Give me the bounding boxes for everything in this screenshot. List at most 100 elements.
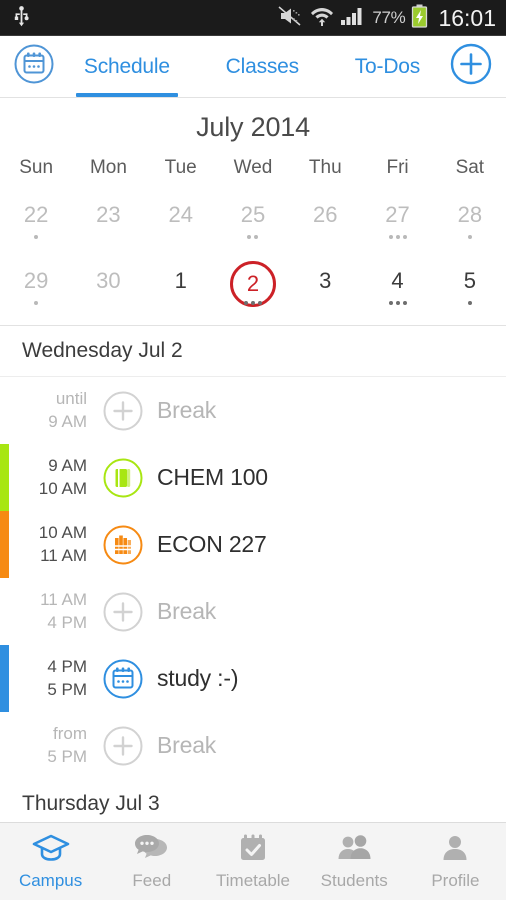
event-start-time: 11 AM (40, 590, 87, 610)
event-end-time: 10 AM (38, 478, 87, 498)
calendar-day-number: 3 (319, 268, 332, 293)
weekday-wed: Wed (233, 157, 273, 178)
bottom-navigation: Campus Feed Timetable Students Profile (0, 822, 506, 900)
event-time-range: from 5 PM (9, 723, 95, 768)
event-dot (402, 235, 407, 239)
weekday-sun: Sun (19, 157, 54, 178)
weekday-mon: Mon (89, 157, 127, 178)
calendar-icon (13, 43, 55, 90)
schedule-event-row[interactable]: 4 PM 5 PM study :-) (0, 645, 506, 712)
calendar-day-number: 26 (313, 202, 338, 227)
status-bar-right: 77% 16:01 (278, 4, 496, 33)
schedule-event-row[interactable]: 10 AM 11 AM ECON 227 (0, 511, 506, 578)
calendar-day-22[interactable]: 22 (0, 189, 72, 255)
status-bar-left (14, 5, 29, 32)
event-end-time: 5 PM (47, 679, 87, 699)
clock-label: 16:01 (438, 4, 496, 31)
calendar-day-23[interactable]: 23 (72, 189, 144, 255)
calendar-day-number: 1 (174, 268, 187, 293)
calendar-day-29[interactable]: 29 (0, 255, 72, 321)
event-dot (467, 235, 472, 239)
calendar-day-30[interactable]: 30 (72, 255, 144, 321)
graduation-cap-icon (31, 833, 71, 868)
event-time-range: until 9 AM (9, 388, 95, 433)
nav-item-profile[interactable]: Profile (405, 823, 506, 900)
nav-item-campus[interactable]: Campus (0, 823, 101, 900)
mute-icon (278, 5, 304, 31)
usb-icon (14, 5, 29, 32)
event-end-time: 11 AM (40, 545, 87, 565)
schedule-break-row[interactable]: 11 AM 4 PM Break (0, 578, 506, 645)
schedule-event-row[interactable]: 9 AM 10 AM CHEM 100 (0, 444, 506, 511)
calendar-day-25[interactable]: 25 (217, 189, 289, 255)
calendar-week-row: 29 30 1 2 3 4 5 (0, 255, 506, 321)
event-dot (467, 301, 472, 305)
calendar-day-26[interactable]: 26 (289, 189, 361, 255)
people-icon (334, 833, 374, 868)
nav-item-campus-label: Campus (18, 870, 83, 890)
weekday-thu: Thu (308, 157, 342, 178)
calendar-day-27[interactable]: 27 (361, 189, 433, 255)
calendar-check-icon (236, 833, 270, 868)
plus-circle-icon[interactable] (95, 390, 151, 432)
event-dot (388, 235, 393, 239)
event-title: Break (157, 732, 217, 758)
tab-schedule-label: Schedule (83, 54, 170, 78)
plus-circle-icon[interactable] (95, 725, 151, 767)
nav-item-feed[interactable]: Feed (101, 823, 202, 900)
schedule-day-header: Thursday Jul 3 (0, 779, 506, 822)
event-accent-bar (0, 645, 9, 712)
app-screen: 77% 16:01 Schedule Classes To-Dos July 2… (0, 0, 506, 900)
event-dot (388, 301, 393, 305)
status-bar: 77% 16:01 (0, 0, 506, 36)
tab-classes-label: Classes (225, 54, 299, 78)
weekday-sat: Sat (455, 157, 485, 178)
event-time-range: 11 AM 4 PM (9, 589, 95, 634)
calendar-day-number: 30 (96, 268, 121, 293)
tab-schedule[interactable]: Schedule (75, 36, 178, 97)
calendar-day-3[interactable]: 3 (289, 255, 361, 321)
calendar-day-28[interactable]: 28 (434, 189, 506, 255)
tab-classes[interactable]: Classes (220, 36, 305, 97)
event-accent-bar (0, 377, 9, 444)
event-time-range: 4 PM 5 PM (9, 656, 95, 701)
plus-circle-icon[interactable] (95, 591, 151, 633)
calendar-day-5[interactable]: 5 (434, 255, 506, 321)
signal-bars-icon (340, 6, 366, 31)
nav-item-timetable-label: Timetable (216, 870, 291, 890)
event-dot (257, 301, 262, 305)
schedule-list[interactable]: Wednesday Jul 2 until 9 AM Break 9 AM 10 AM CH… (0, 326, 506, 822)
tab-todos[interactable]: To-Dos (349, 36, 426, 97)
calendar-day-4[interactable]: 4 (361, 255, 433, 321)
plus-circle-icon (449, 42, 493, 91)
event-start-time: from (53, 724, 87, 744)
calendar-icon-button[interactable] (12, 43, 56, 90)
schedule-break-row[interactable]: from 5 PM Break (0, 712, 506, 779)
schedule-break-row[interactable]: until 9 AM Break (0, 377, 506, 444)
chat-bubbles-icon (133, 833, 171, 868)
event-end-time: 4 PM (47, 612, 87, 632)
calendar-day-24[interactable]: 24 (145, 189, 217, 255)
battery-percent-label: 77% (372, 8, 406, 27)
event-time-range: 9 AM 10 AM (9, 455, 95, 500)
calendar-day-2[interactable]: 2 (217, 255, 289, 321)
event-title: ECON 227 (157, 531, 267, 557)
event-end-time: 9 AM (48, 411, 87, 431)
wifi-icon (310, 5, 334, 32)
event-start-time: 9 AM (48, 456, 87, 476)
weekday-fri: Fri (386, 157, 409, 178)
calendar-day-1[interactable]: 1 (145, 255, 217, 321)
calendar-day-number: 25 (240, 202, 266, 227)
month-calendar: July 2014 Sun Mon Tue Wed Thu Fri Sat 22… (0, 98, 506, 326)
event-time-range: 10 AM 11 AM (9, 522, 95, 567)
weekday-tue: Tue (164, 157, 197, 178)
nav-item-timetable[interactable]: Timetable (202, 823, 303, 900)
month-title: July 2014 (196, 112, 310, 142)
nav-item-students[interactable]: Students (304, 823, 405, 900)
event-title: CHEM 100 (157, 464, 268, 490)
tab-todos-label: To-Dos (354, 54, 421, 78)
add-button[interactable] (448, 42, 494, 91)
nav-item-feed-label: Feed (132, 870, 172, 890)
event-dot (402, 301, 407, 305)
calendar-week-row: 22 23 24 25 26 27 28 (0, 189, 506, 255)
